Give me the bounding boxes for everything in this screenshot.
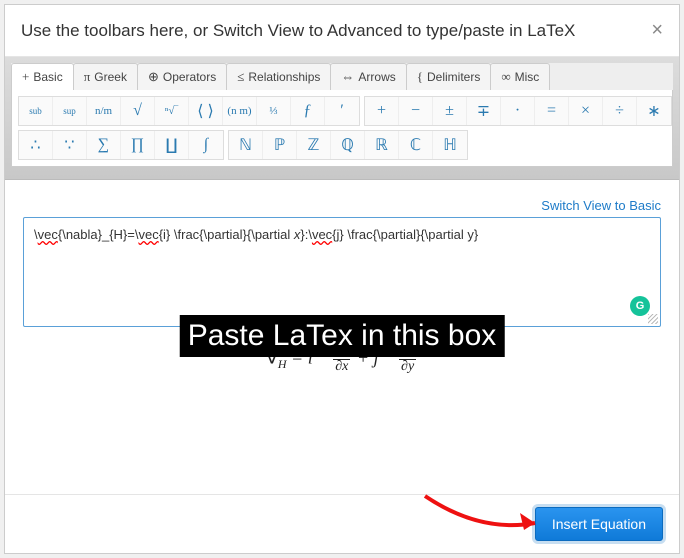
latex-input-text: \vec{\nabla}_{H}=\vec{i} \frac{\partial}… (34, 226, 650, 244)
tab-label: Relationships (248, 70, 320, 84)
tab-misc[interactable]: ∞ Misc (490, 63, 550, 90)
sqrt-button[interactable]: √ (121, 97, 155, 125)
natural-button[interactable]: ℕ (229, 131, 263, 159)
insert-equation-button[interactable]: Insert Equation (535, 507, 663, 541)
infinity-icon: ∞ (501, 69, 510, 85)
grammarly-icon[interactable] (630, 296, 650, 316)
asterisk-button[interactable]: ∗ (637, 97, 671, 125)
times-button[interactable]: × (569, 97, 603, 125)
brace-icon: { (417, 69, 423, 85)
latex-input[interactable]: \vec{\nabla}_{H}=\vec{i} \frac{\partial}… (23, 217, 661, 327)
oplus-icon: ⊕ (148, 69, 159, 85)
symbol-group: + − ± ∓ · = × ÷ ∗ (364, 96, 672, 126)
symbol-row-1: sub sup n/m √ ⁿ√‾ ⟨ ⟩ (n m) ⅓ ƒ ′ + − ± … (18, 96, 666, 126)
integral-button[interactable]: ∫ (189, 131, 223, 159)
nthroot-button[interactable]: ⁿ√‾ (155, 97, 189, 125)
modal-footer: Insert Equation (5, 494, 679, 553)
product-button[interactable]: ∏ (121, 131, 155, 159)
tab-delimiters[interactable]: { Delimiters (406, 63, 492, 90)
modal-header: Use the toolbars here, or Switch View to… (5, 5, 679, 57)
tab-relationships[interactable]: ≤ Relationships (226, 63, 331, 90)
tab-label: Arrows (358, 70, 395, 84)
pi-icon: π (84, 69, 91, 85)
plusminus-button[interactable]: ± (433, 97, 467, 125)
symbol-group: sub sup n/m √ ⁿ√‾ ⟨ ⟩ (n m) ⅓ ƒ ′ (18, 96, 360, 126)
prime-button[interactable]: ′ (325, 97, 359, 125)
subscript-button[interactable]: sub (19, 97, 53, 125)
equation-editor-modal: Use the toolbars here, or Switch View to… (4, 4, 680, 554)
leq-icon: ≤ (237, 69, 244, 85)
cdot-button[interactable]: · (501, 97, 535, 125)
tab-label: Basic (33, 70, 62, 84)
angle-brackets-button[interactable]: ⟨ ⟩ (189, 97, 223, 125)
prime-set-button[interactable]: ℙ (263, 131, 297, 159)
tab-operators[interactable]: ⊕ Operators (137, 63, 227, 90)
rationals-button[interactable]: ℚ (331, 131, 365, 159)
plus-button[interactable]: + (365, 97, 399, 125)
tab-basic[interactable]: + Basic (11, 63, 74, 90)
because-button[interactable]: ∵ (53, 131, 87, 159)
stacked-fraction-button[interactable]: ⅓ (257, 97, 291, 125)
toolbar-area: + Basic π Greek ⊕ Operators ≤ Relationsh… (5, 57, 679, 180)
therefore-button[interactable]: ∴ (19, 131, 53, 159)
tab-strip: + Basic π Greek ⊕ Operators ≤ Relationsh… (11, 63, 673, 90)
superscript-button[interactable]: sup (53, 97, 87, 125)
modal-title: Use the toolbars here, or Switch View to… (21, 21, 575, 41)
fraction-button[interactable]: n/m (87, 97, 121, 125)
close-button[interactable]: × (651, 19, 663, 42)
tab-label: Greek (94, 70, 127, 84)
symbol-group: ℕ ℙ ℤ ℚ ℝ ℂ ℍ (228, 130, 468, 160)
symbol-palette: sub sup n/m √ ⁿ√‾ ⟨ ⟩ (n m) ⅓ ƒ ′ + − ± … (11, 90, 673, 167)
tab-label: Delimiters (427, 70, 480, 84)
complex-button[interactable]: ℂ (399, 131, 433, 159)
arrows-icon: ⇔ (341, 69, 354, 85)
divide-button[interactable]: ÷ (603, 97, 637, 125)
minusplus-button[interactable]: ∓ (467, 97, 501, 125)
binomial-button[interactable]: (n m) (223, 97, 257, 125)
tab-label: Misc (515, 70, 540, 84)
sum-button[interactable]: ∑ (87, 131, 121, 159)
quaternions-button[interactable]: ℍ (433, 131, 467, 159)
minus-button[interactable]: − (399, 97, 433, 125)
resize-grip-icon[interactable] (648, 314, 658, 324)
coproduct-button[interactable]: ∐ (155, 131, 189, 159)
tab-label: Operators (163, 70, 216, 84)
switch-view-link[interactable]: Switch View to Basic (23, 198, 661, 213)
tab-arrows[interactable]: ⇔ Arrows (330, 63, 406, 90)
function-button[interactable]: ƒ (291, 97, 325, 125)
integers-button[interactable]: ℤ (297, 131, 331, 159)
symbol-group: ∴ ∵ ∑ ∏ ∐ ∫ (18, 130, 224, 160)
annotation-overlay: Paste LaTex in this box (180, 315, 505, 357)
equals-button[interactable]: = (535, 97, 569, 125)
plus-icon: + (22, 69, 29, 85)
tab-greek[interactable]: π Greek (73, 63, 138, 90)
reals-button[interactable]: ℝ (365, 131, 399, 159)
symbol-row-2: ∴ ∵ ∑ ∏ ∐ ∫ ℕ ℙ ℤ ℚ ℝ ℂ ℍ (18, 130, 666, 160)
